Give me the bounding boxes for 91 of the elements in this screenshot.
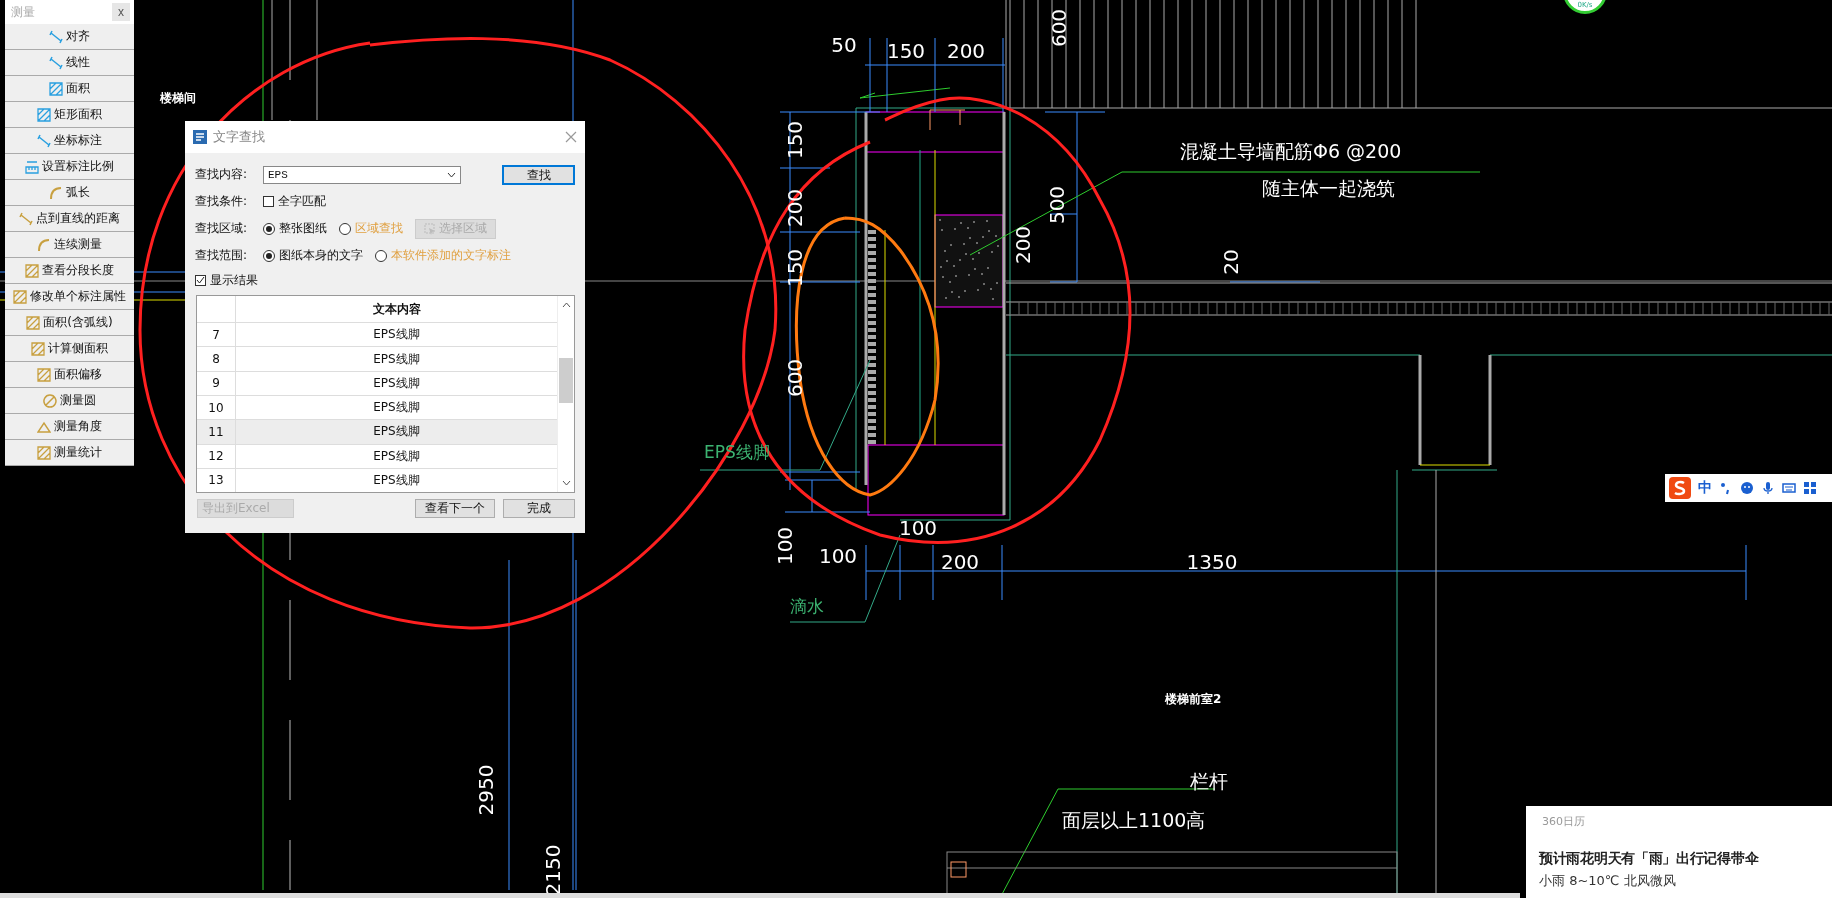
keyboard-icon[interactable] [1782,481,1796,495]
dimension-label: 100 [818,544,858,568]
dimension-label: 2150 [541,844,565,896]
radio-option[interactable]: 图纸本身的文字 [263,247,363,264]
dimension-label: 150 [783,120,807,160]
column-header: 文本内容 [371,300,422,318]
notification-source: 360日历 [1542,814,1586,829]
weather-detail: 小雨 8~10℃ 北风微风 [1539,872,1677,890]
checkbox-option[interactable]: 显示结果 [195,271,258,289]
result-row[interactable]: 11 EPS线脚 [197,419,557,444]
dimension-label: 600 [1047,8,1071,48]
radio-button[interactable] [339,222,351,235]
find-button[interactable]: 查找 [502,164,575,185]
dimension-label: 100 [773,526,797,566]
table-cell-text: EPS线脚 [372,423,421,441]
dimension-label: 500 [1045,185,1069,225]
ime-logo-icon[interactable] [1669,477,1691,499]
row-number: 7 [197,323,236,347]
radio-button[interactable] [263,222,275,235]
close-icon[interactable] [565,131,577,143]
room-label: 楼梯前室2 [1165,692,1222,706]
room-label: 楼梯间 [160,91,196,105]
result-row[interactable]: 9 EPS线脚 [197,370,557,395]
dimension-label: 200 [946,39,986,63]
line-icon [49,29,63,44]
scroll-down-icon[interactable] [561,480,571,486]
table-cell-text: EPS线脚 [372,326,421,344]
scroll-thumb[interactable] [559,358,573,403]
row-number: 11 [197,420,236,444]
app-icon [193,130,207,144]
annotation-text: 面层以上1100高 [1062,809,1206,831]
radio-button[interactable] [263,249,275,262]
dialog-title: 文字查找 [213,128,266,146]
dimension-label: 1350 [1186,550,1238,574]
dimension-label: 50 [831,33,857,57]
row-number: 12 [197,444,236,468]
checkbox-option[interactable]: 全字匹配 [263,193,326,210]
close-button[interactable]: x [112,3,130,21]
triangle-icon [37,419,51,434]
result-row[interactable]: 12 EPS线脚 [197,443,557,468]
input-mode[interactable]: 中 [1698,479,1712,497]
table-cell-text: EPS线脚 [372,350,421,368]
annotation-text: 栏杆 [1190,770,1228,792]
arc-icon [49,185,63,200]
result-row[interactable]: 8 EPS线脚 [197,346,557,371]
dimension-label: 150 [886,39,926,63]
table-cell-text: EPS线脚 [372,447,421,465]
field-label: 查找条件: [195,193,249,210]
field-label: 查找区域: [195,220,249,237]
dimension-label: 200 [940,550,980,574]
table-cell-text: EPS线脚 [372,471,421,489]
field-label: 查找范围: [195,247,249,264]
checkbox[interactable] [263,196,274,207]
radio-option[interactable]: 整张图纸 [263,220,327,237]
scrollbar[interactable] [557,296,574,492]
row-number: 9 [197,371,236,395]
caret-icon [447,171,456,178]
dimension-label: 2950 [474,764,498,816]
next-button[interactable]: 查看下一个 [415,499,495,518]
search-combo-box[interactable]: EPS [263,165,461,184]
radio-button[interactable] [375,249,387,262]
done-button[interactable]: 完成 [503,499,575,518]
row-number: 8 [197,347,236,371]
dimension-label: 200 [783,188,807,228]
microphone-icon[interactable] [1761,481,1775,495]
result-row[interactable]: 7 EPS线脚 [197,322,557,347]
dimension-label: 600 [783,358,807,398]
line-icon [49,55,63,70]
annotation-text: 随主体一起浇筑 [1262,177,1395,199]
grid-icon[interactable] [1803,481,1817,495]
scroll-up-icon[interactable] [561,302,571,308]
panel-title: 测量 [11,3,35,21]
row-number: 13 [197,468,236,492]
ruler-icon [25,159,39,174]
result-row[interactable]: 13 EPS线脚 [197,467,557,492]
dimension-label: 100 [898,516,938,540]
dimension-label: 20 [1219,249,1243,275]
checkbox[interactable] [195,274,206,286]
notification-headline: 预计雨花明天有「雨」出行记得带伞 [1539,850,1760,868]
annotation-text: 混凝土导墙配筋Φ6 @200 [1180,140,1402,162]
smiley-icon[interactable] [1740,481,1754,495]
table-cell-text: EPS线脚 [372,374,421,392]
leader-label: 滴水 [790,596,824,616]
dimension-label: 200 [1011,225,1035,265]
field-label: 查找内容: [195,166,249,183]
table-cell-text: EPS线脚 [372,399,421,417]
line-icon [19,211,33,226]
line-icon [37,133,51,148]
dimension-label: 150 [783,248,807,288]
selection-icon [424,222,436,235]
arc-icon [37,237,51,252]
